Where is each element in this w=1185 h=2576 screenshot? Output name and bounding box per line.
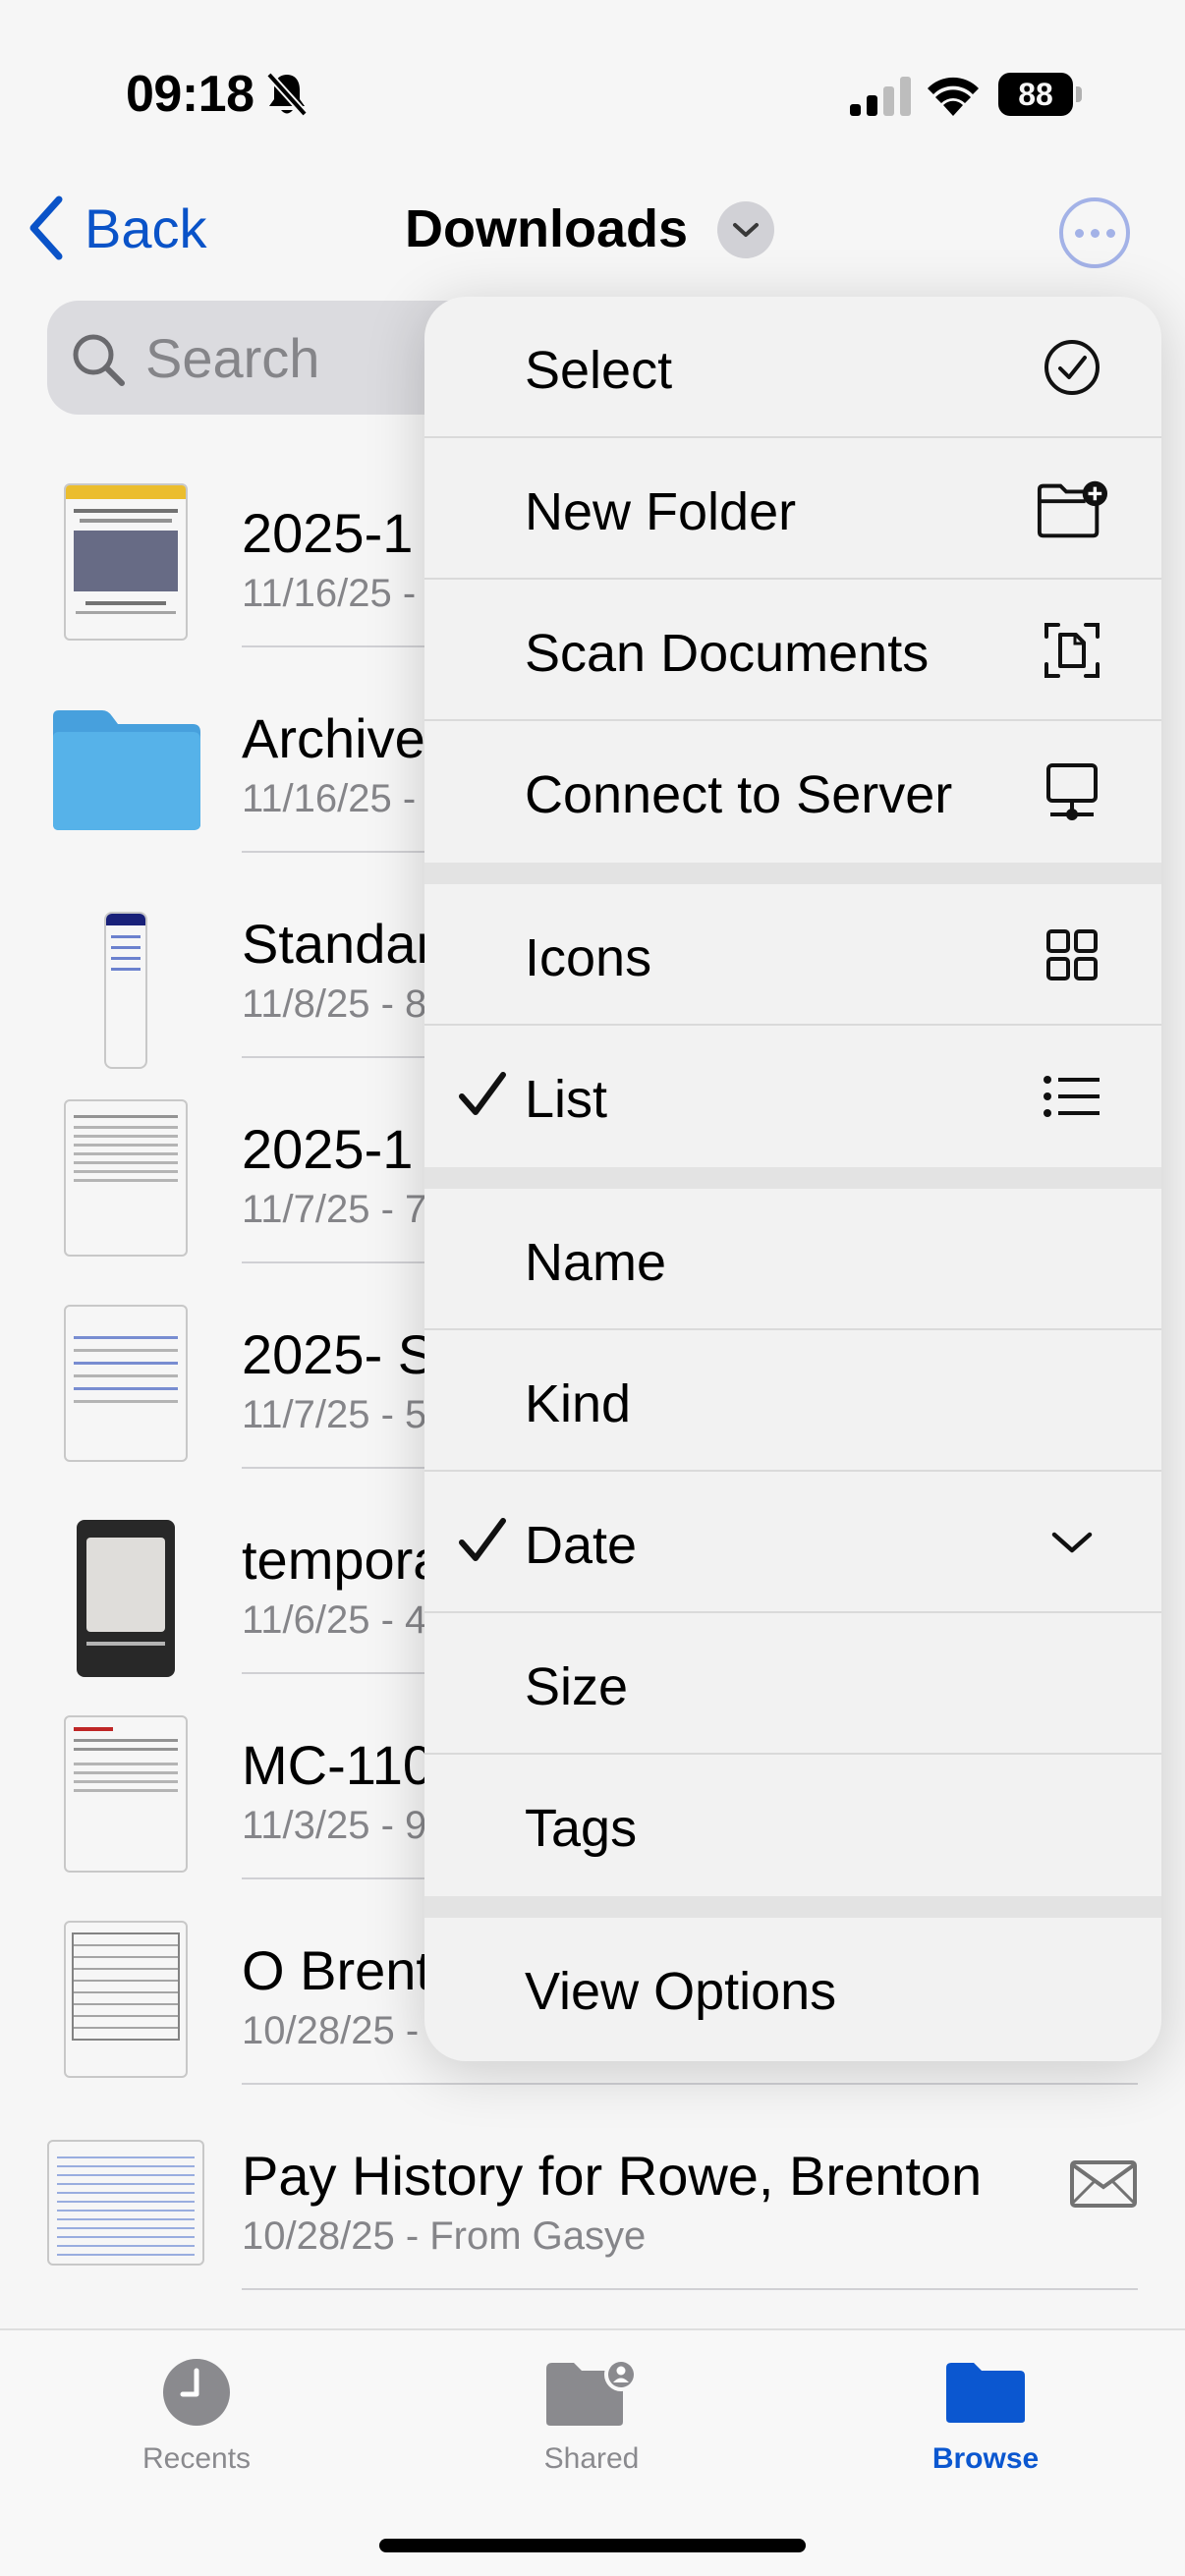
page-title[interactable]: Downloads	[405, 198, 688, 259]
checkmark-icon	[459, 1072, 506, 1115]
status-bar: 09:18 88	[0, 0, 1185, 187]
navigation-bar: Back Downloads	[0, 187, 1185, 305]
document-thumbnail	[64, 1715, 188, 1873]
menu-item-label: Name	[525, 1233, 667, 1292]
shared-folder-icon	[546, 2358, 638, 2426]
folder-icon	[946, 2363, 1025, 2423]
title-menu-button[interactable]	[717, 201, 774, 258]
menu-item-new-folder[interactable]: New Folder	[424, 438, 1161, 580]
menu-item-sort-name[interactable]: Name	[424, 1189, 1161, 1330]
menu-item-label: Date	[525, 1516, 638, 1575]
file-name: 2025-1	[242, 502, 414, 564]
search-input[interactable]	[145, 324, 440, 391]
file-meta: 11/7/25 - 7	[242, 1188, 427, 1231]
battery-indicator: 88	[998, 73, 1083, 116]
folder-plus-icon	[1036, 474, 1108, 544]
back-label: Back	[85, 196, 207, 259]
ellipsis-icon	[1074, 228, 1084, 238]
tab-label: Shared	[543, 2442, 640, 2475]
file-meta: 11/6/25 - 4	[242, 1598, 427, 1642]
file-meta: 10/28/25 -	[242, 2009, 420, 2052]
menu-item-label: List	[525, 1070, 608, 1129]
grid-icon	[1036, 920, 1108, 990]
file-name: 2025-1	[242, 1118, 414, 1180]
menu-item-label: View Options	[525, 1962, 837, 2021]
file-name: Pay History for Rowe, Brenton	[242, 2145, 983, 2207]
view-options-menu: Select New Folder Scan Documents Connect…	[424, 297, 1161, 2061]
mail-icon[interactable]	[1069, 2159, 1138, 2209]
tab-shared[interactable]: Shared	[483, 2348, 700, 2476]
menu-item-label: Icons	[525, 928, 652, 987]
file-name: 2025- S	[242, 1323, 435, 1385]
photo-thumbnail	[77, 1520, 175, 1677]
file-name: Archive	[242, 707, 425, 769]
more-options-button[interactable]	[1059, 197, 1130, 268]
file-meta: 11/8/25 - 8	[242, 982, 427, 1026]
wifi-icon	[928, 77, 979, 116]
status-time: 09:18	[126, 66, 254, 123]
menu-item-label: Select	[525, 341, 673, 400]
back-button[interactable]: Back	[24, 187, 207, 269]
file-name: Standar	[242, 913, 435, 975]
menu-item-connect-to-server[interactable]: Connect to Server	[424, 721, 1161, 863]
menu-item-label: New Folder	[525, 482, 797, 541]
menu-item-list[interactable]: List	[424, 1026, 1161, 1167]
checkmark-circle-icon	[1036, 332, 1108, 403]
menu-item-label: Scan Documents	[525, 624, 930, 683]
menu-item-scan-documents[interactable]: Scan Documents	[424, 580, 1161, 721]
file-name: tempora	[242, 1529, 444, 1591]
menu-item-select[interactable]: Select	[424, 297, 1161, 438]
battery-level: 88	[998, 73, 1073, 116]
tab-recents[interactable]: Recents	[88, 2348, 305, 2476]
spreadsheet-thumbnail	[47, 2140, 204, 2266]
screenshot-thumbnail	[104, 912, 147, 1069]
file-meta: 10/28/25 - From Gasye	[242, 2214, 647, 2258]
menu-item-sort-kind[interactable]: Kind	[424, 1330, 1161, 1472]
search-icon	[73, 334, 125, 386]
list-icon	[1036, 1061, 1108, 1132]
checkmark-icon	[459, 1518, 506, 1561]
menu-item-label: Kind	[525, 1374, 632, 1433]
list-item[interactable]: Pay History for Rowe, Brenton 10/28/25 -…	[0, 2085, 1185, 2290]
menu-item-view-options[interactable]: View Options	[424, 1918, 1161, 2059]
menu-item-label: Size	[525, 1657, 629, 1716]
chevron-left-icon	[29, 196, 63, 260]
menu-item-label: Connect to Server	[525, 765, 953, 824]
menu-item-sort-size[interactable]: Size	[424, 1613, 1161, 1755]
menu-item-label: Tags	[525, 1799, 638, 1858]
file-name: O Brent	[242, 1939, 431, 2001]
server-monitor-icon	[1036, 756, 1108, 827]
document-thumbnail	[64, 1921, 188, 2078]
cellular-signal-icon	[850, 77, 911, 116]
file-meta: 11/3/25 - 9	[242, 1804, 427, 1847]
file-meta: 11/16/25 -	[242, 777, 417, 820]
scan-document-icon	[1036, 615, 1108, 686]
chevron-down-icon	[1036, 1507, 1108, 1578]
document-thumbnail	[64, 1099, 188, 1257]
tab-label: Browse	[931, 2442, 1040, 2475]
bell-slash-icon	[266, 72, 308, 117]
document-thumbnail	[64, 1305, 188, 1462]
file-name: MC-110	[242, 1734, 434, 1796]
chevron-down-icon	[733, 223, 759, 237]
file-meta: 11/7/25 - 5	[242, 1393, 427, 1436]
folder-icon	[53, 710, 200, 830]
menu-item-sort-tags[interactable]: Tags	[424, 1755, 1161, 1896]
tab-browse[interactable]: Browse	[877, 2348, 1094, 2476]
clock-icon	[163, 2359, 230, 2426]
home-indicator	[379, 2539, 806, 2552]
file-meta: 11/16/25 -	[242, 572, 417, 615]
menu-item-sort-date[interactable]: Date	[424, 1472, 1161, 1613]
menu-item-icons[interactable]: Icons	[424, 884, 1161, 1026]
tab-label: Recents	[141, 2442, 252, 2475]
document-thumbnail	[64, 483, 188, 641]
